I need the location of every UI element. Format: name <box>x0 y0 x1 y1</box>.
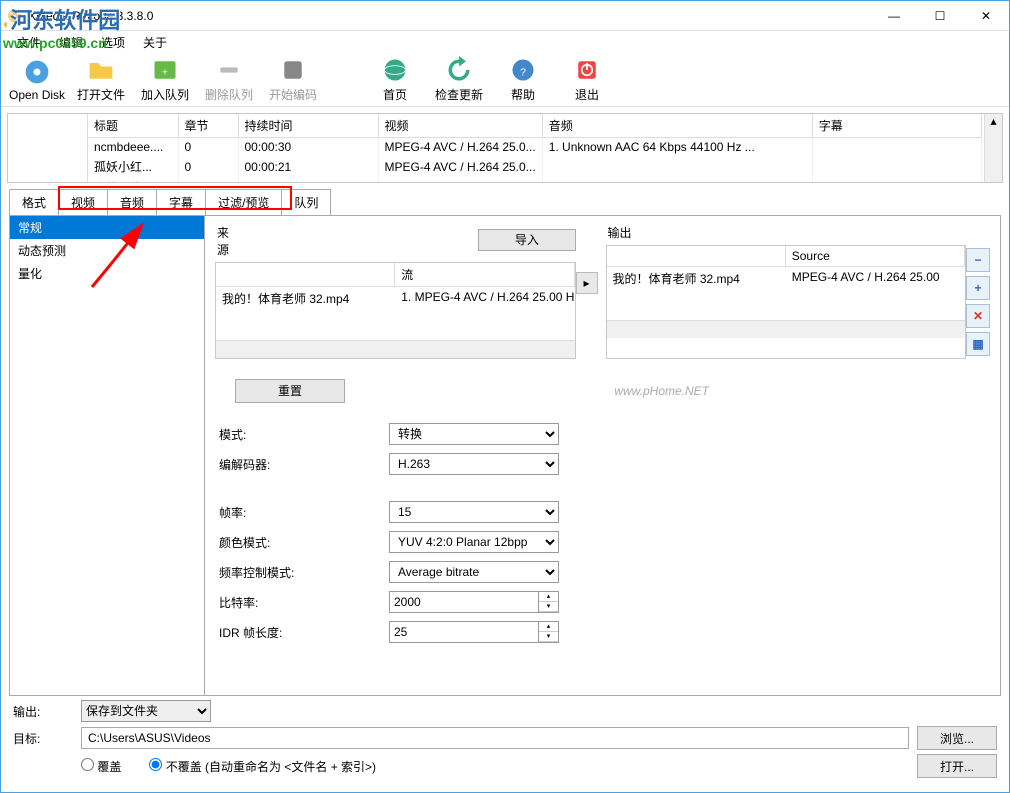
app-icon: 📀 <box>7 9 22 23</box>
tab-queue[interactable]: 队列 <box>281 189 331 215</box>
side-item-general[interactable]: 常规 <box>10 216 204 239</box>
col-audio[interactable]: 音频 <box>542 114 812 138</box>
transfer-button[interactable]: ▸ <box>576 272 598 294</box>
add-queue-button[interactable]: + 加入队列 <box>137 54 193 106</box>
target-label: 目标: <box>13 730 73 747</box>
add-queue-icon: + <box>151 56 179 84</box>
bitrate-label: 比特率: <box>219 594 389 611</box>
col-title[interactable]: 标题 <box>88 114 178 138</box>
col-duration[interactable]: 持续时间 <box>238 114 378 138</box>
add-item-button[interactable]: + <box>966 276 990 300</box>
output-label: 输出 <box>606 222 967 245</box>
open-disk-button[interactable]: Open Disk <box>9 54 65 106</box>
output-box: Source 我的！体育老师 32.mp4MPEG-4 AVC / H.264 … <box>606 245 967 359</box>
remove-item-button[interactable]: − <box>966 248 990 272</box>
tabs: 格式 视频 音频 字幕 过滤/预览 队列 <box>9 189 1001 216</box>
exit-button[interactable]: 退出 <box>559 54 615 106</box>
remove-queue-icon <box>215 56 243 84</box>
open-button[interactable]: 打开... <box>917 754 997 778</box>
delete-item-button[interactable]: ✕ <box>966 304 990 328</box>
file-row[interactable]: ncmbdeee....000:00:30MPEG-4 AVC / H.264 … <box>88 138 982 157</box>
idr-input[interactable] <box>389 621 539 643</box>
tab-format[interactable]: 格式 <box>9 189 59 215</box>
target-path-input[interactable] <box>81 727 909 749</box>
source-header: Source <box>786 246 965 267</box>
hscroll[interactable] <box>216 340 575 358</box>
close-button[interactable]: ✕ <box>963 1 1009 31</box>
globe-icon <box>381 56 409 84</box>
codec-label: 编解码器: <box>219 456 389 473</box>
remove-queue-button: 删除队列 <box>201 54 257 106</box>
menu-options[interactable]: 选项 <box>93 32 133 53</box>
start-encode-button: 开始编码 <box>265 54 321 106</box>
encode-icon <box>279 56 307 84</box>
side-item-dynamic[interactable]: 动态预测 <box>10 239 204 262</box>
mode-select[interactable]: 转换 <box>389 423 559 445</box>
maximize-button[interactable]: ☐ <box>917 1 963 31</box>
scrollbar[interactable]: ▴ <box>984 114 1002 182</box>
browse-button[interactable]: 浏览... <box>917 726 997 750</box>
tab-video[interactable]: 视频 <box>58 189 108 215</box>
no-overwrite-radio[interactable]: 不覆盖 (自动重命名为 <文件名 + 索引>) <box>149 758 376 775</box>
svg-text:+: + <box>162 66 168 78</box>
col-chapter[interactable]: 章节 <box>178 114 238 138</box>
bitrate-input[interactable] <box>389 591 539 613</box>
tab-audio[interactable]: 音频 <box>107 189 157 215</box>
file-list[interactable]: 标题 章节 持续时间 视频 音频 字幕 ncmbdeee....000:00:3… <box>7 113 1003 183</box>
codec-select[interactable]: H.263 <box>389 453 559 475</box>
col-video[interactable]: 视频 <box>378 114 542 138</box>
color-label: 颜色模式: <box>219 534 389 551</box>
minimize-button[interactable]: — <box>871 1 917 31</box>
stream-header: 流 <box>395 263 574 287</box>
mode-label: 模式: <box>219 426 389 443</box>
menu-about[interactable]: 关于 <box>135 32 175 53</box>
home-button[interactable]: 首页 <box>367 54 423 106</box>
idr-label: IDR 帧长度: <box>219 624 389 641</box>
tab-subtitle[interactable]: 字幕 <box>156 189 206 215</box>
output-mode-select[interactable]: 保存到文件夹 <box>81 700 211 722</box>
grid-item-button[interactable]: ▦ <box>966 332 990 356</box>
idr-spinner[interactable]: ▴▾ <box>539 621 559 643</box>
bitrate-spinner[interactable]: ▴▾ <box>539 591 559 613</box>
output-mode-label: 输出: <box>13 703 73 720</box>
bottom-panel: 输出: 保存到文件夹 目标: 浏览... 覆盖 不覆盖 (自动重命名为 <文件名… <box>1 688 1009 792</box>
overwrite-radio[interactable]: 覆盖 <box>81 758 121 775</box>
hscroll[interactable] <box>607 320 966 338</box>
open-file-button[interactable]: 打开文件 <box>73 54 129 106</box>
fps-label: 帧率: <box>219 504 389 521</box>
file-row[interactable]: 孤妖小红...000:00:21MPEG-4 AVC / H.264 25.0.… <box>88 156 982 177</box>
file-row[interactable]: 我的！体...000:00:30MPEG-4 AVC / H.264 25.0.… <box>88 177 982 183</box>
rate-label: 频率控制模式: <box>219 564 389 581</box>
check-update-button[interactable]: 检查更新 <box>431 54 487 106</box>
side-list: 常规 动态预测 量化 <box>10 216 205 695</box>
help-icon: ? <box>509 56 537 84</box>
side-item-quantize[interactable]: 量化 <box>10 262 204 285</box>
window-title: XMedia Recode 3.3.8.0 <box>28 9 153 23</box>
source-label: 来源 <box>215 222 238 262</box>
content-panel: 常规 动态预测 量化 来源 导入 流 我的！体育老师 32.mp41. MPEG… <box>9 216 1001 696</box>
color-select[interactable]: YUV 4:2:0 Planar 12bpp <box>389 531 559 553</box>
rate-select[interactable]: Average bitrate <box>389 561 559 583</box>
source-box: 流 我的！体育老师 32.mp41. MPEG-4 AVC / H.264 25… <box>215 262 576 359</box>
col-subtitle[interactable]: 字幕 <box>812 114 981 138</box>
refresh-icon <box>445 56 473 84</box>
tab-filter[interactable]: 过滤/预览 <box>205 189 282 215</box>
watermark-small: www.pHome.NET <box>614 384 709 398</box>
reset-button[interactable]: 重置 <box>235 379 345 403</box>
disk-icon <box>23 58 51 86</box>
menu-file[interactable]: 文件 <box>9 32 49 53</box>
titlebar: 📀 XMedia Recode 3.3.8.0 — ☐ ✕ <box>1 1 1009 31</box>
folder-icon <box>87 56 115 84</box>
import-button[interactable]: 导入 <box>478 229 575 251</box>
help-button[interactable]: ? 帮助 <box>495 54 551 106</box>
fps-select[interactable]: 15 <box>389 501 559 523</box>
svg-text:?: ? <box>520 66 526 78</box>
menu-edit[interactable]: 编辑 <box>51 32 91 53</box>
toolbar: Open Disk 打开文件 + 加入队列 删除队列 开始编码 首页 检查更新 … <box>1 53 1009 107</box>
exit-icon <box>573 56 601 84</box>
menubar: 文件 编辑 选项 关于 <box>1 31 1009 53</box>
